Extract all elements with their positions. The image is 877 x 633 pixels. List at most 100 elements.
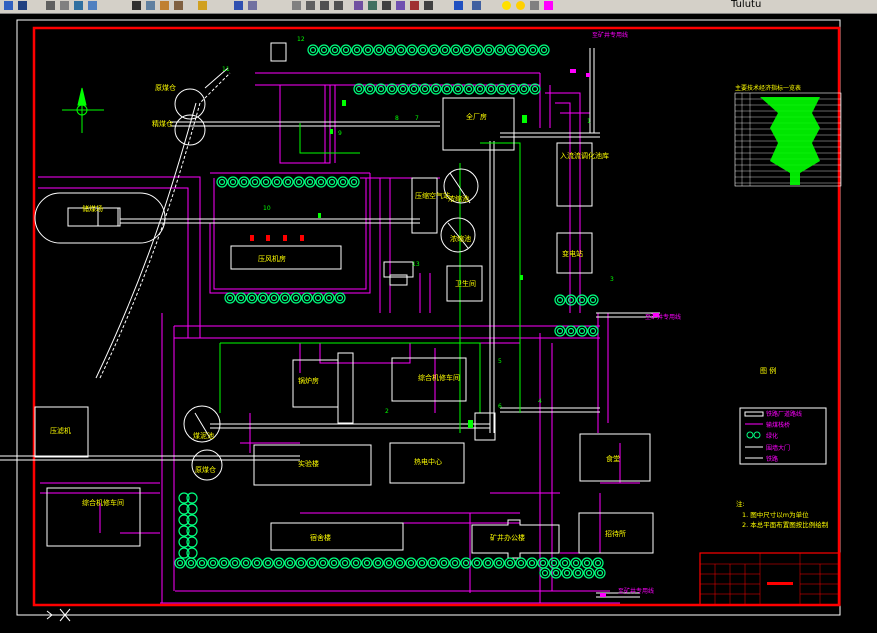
tree-icon [496,46,504,54]
tree-icon [487,85,495,93]
zoom-previous-icon[interactable] [332,0,345,12]
tree-icon [583,559,591,567]
tree-icon [494,44,506,56]
tree-icon [449,557,461,569]
tree-icon [340,44,352,56]
match-icon[interactable] [172,0,185,12]
markup-icon[interactable] [408,0,421,12]
zoom-realtime-icon[interactable] [304,0,317,12]
tree-icon [410,85,418,93]
tree-icon [224,292,236,304]
tree-icon [246,292,258,304]
tree-icon [385,559,393,567]
tree-icon [463,46,471,54]
label-press-room: 压风机房 [258,254,286,263]
tree-icon [504,557,516,569]
save-icon[interactable] [16,0,29,12]
tree-icon [384,44,396,56]
brush-icon[interactable] [196,0,209,12]
tree-icon [596,569,604,577]
coal-stockyard [34,192,166,244]
tree-icon [574,569,582,577]
tree-icon [264,559,272,567]
tree-icon [351,44,363,56]
tree-icon [539,567,551,579]
undo-icon[interactable] [232,0,245,12]
tree-icon [594,559,602,567]
bulb-icon[interactable] [500,0,513,12]
properties-icon[interactable] [352,0,365,12]
plot-icon[interactable] [72,0,85,12]
tree-icon [231,559,239,567]
tree-icon [339,557,351,569]
svg-text:3: 3 [610,276,614,283]
tree-icon [187,559,195,567]
tree-icon [323,292,335,304]
tree-icon [226,294,234,302]
sheet-set-icon[interactable] [394,0,407,12]
tree-icon [341,559,349,567]
tree-icon [240,557,252,569]
tool-palette-icon[interactable] [380,0,393,12]
layer-name-field[interactable]: Tulutu [731,0,761,10]
pan-icon[interactable] [290,0,303,12]
zoom-window-icon[interactable] [318,0,331,12]
legend: 图 例 铁路厂道路线 输煤栈桥 绿化 围墙大门 铁路 [739,366,827,465]
tree-icon [388,85,396,93]
tree-icon [257,292,269,304]
cut-icon[interactable] [130,0,143,12]
tree-icon [419,46,427,54]
tree-icon [295,557,307,569]
tree-icon [386,46,394,54]
tree-icon [572,567,584,579]
lock-icon[interactable] [528,0,541,12]
tree-icon [331,46,339,54]
tree-icon [176,559,184,567]
color-icon[interactable] [542,0,555,12]
compass-icon [62,87,104,133]
tree-icon [353,46,361,54]
new-icon[interactable] [2,0,15,12]
copy-icon[interactable] [144,0,157,12]
tree-icon [240,178,248,186]
label-office: 矿井办公楼 [490,533,525,542]
tree-icon [506,559,514,567]
tree-icon [355,85,363,93]
tree-icon [362,44,374,56]
tree-icon [495,559,503,567]
paste-icon[interactable] [158,0,171,12]
tree-icon [284,178,292,186]
svg-text:2: 2 [385,408,389,415]
preview-icon[interactable] [58,0,71,12]
tree-icon [585,569,593,577]
calculator-icon[interactable] [422,0,435,12]
tree-icon [325,294,333,302]
cad-drawing[interactable]: 储煤场 原煤仓 精煤仓 全厂房 入流流调化池库 变电站 压缩空气站 浓缩池 浓缩… [0,13,877,633]
svg-text:铁路: 铁路 [766,455,778,463]
tree-icon [589,296,597,304]
tree-icon [538,44,550,56]
svg-text:2. 本总平面布置图按比例绘制: 2. 本总平面布置图按比例绘制 [742,520,829,529]
svg-text:13: 13 [412,261,420,268]
design-center-icon[interactable] [366,0,379,12]
tree-icon [572,559,580,567]
tree-icon [271,176,283,188]
label-pressfilter: 压滤机 [50,426,71,435]
sun-icon[interactable] [514,0,527,12]
road-label-1: 至矿井专用线 [592,31,628,39]
label-guesthouse: 招待所 [605,529,626,538]
help-icon[interactable] [452,0,465,12]
label-main-plant: 全厂房 [466,112,487,121]
tree-icon [509,85,517,93]
print-icon[interactable] [44,0,57,12]
redo-icon[interactable] [246,0,259,12]
tree-icon [452,46,460,54]
layer-icon[interactable] [470,0,483,12]
tree-icon [563,569,571,577]
tree-icon [454,85,462,93]
svg-text:绿化: 绿化 [766,432,778,440]
publish-icon[interactable] [86,0,99,12]
tree-icon [583,567,595,579]
svg-text:输煤栈桥: 输煤栈桥 [766,421,790,429]
tree-icon [227,176,239,188]
